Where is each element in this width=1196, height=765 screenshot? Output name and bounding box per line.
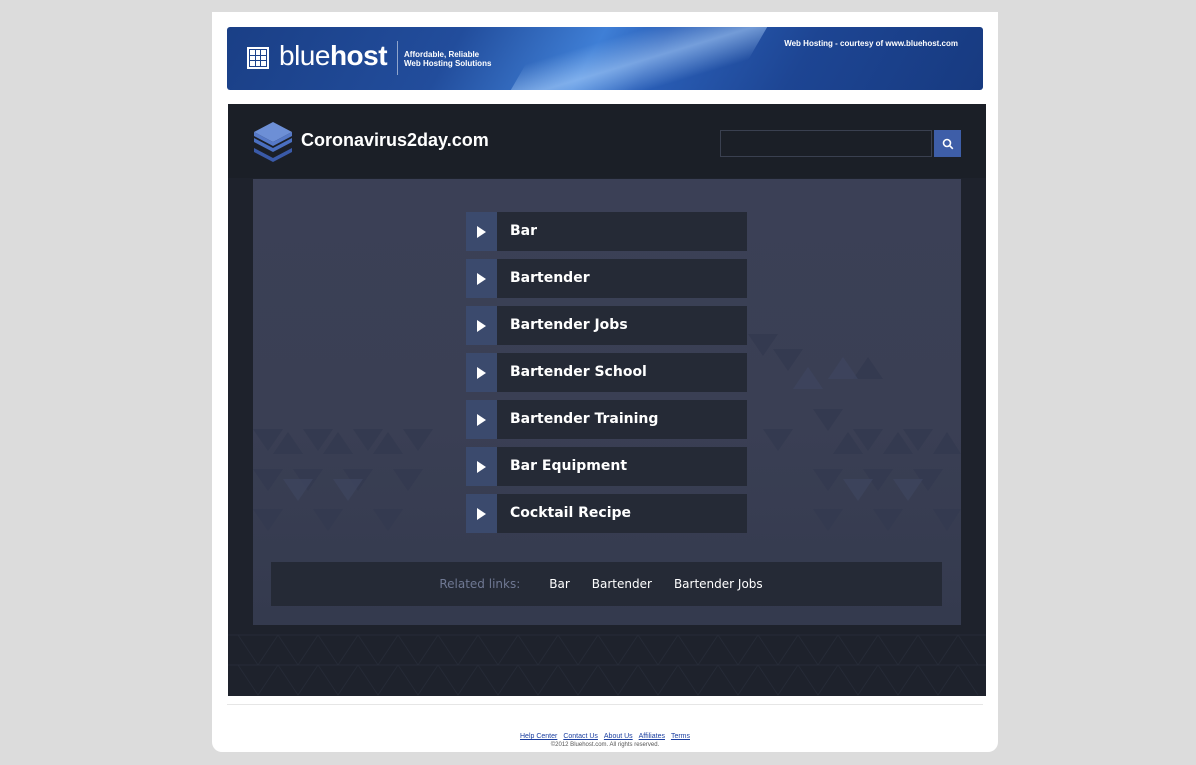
footer-link-affiliates[interactable]: Affiliates: [639, 733, 665, 740]
footer-divider: [227, 704, 983, 705]
play-arrow-icon: [466, 447, 497, 486]
play-arrow-icon: [466, 259, 497, 298]
play-arrow-icon: [466, 306, 497, 345]
logo-light-text: blue: [279, 40, 330, 71]
layers-icon: [254, 122, 292, 162]
link-label: Bar Equipment: [510, 458, 628, 474]
link-item-bar[interactable]: Bar: [466, 212, 747, 251]
footer-link-about-us[interactable]: About Us: [604, 733, 633, 740]
logo-bold-text: host: [329, 40, 388, 71]
bluehost-banner[interactable]: bluehost Affordable, Reliable Web Hostin…: [227, 27, 983, 90]
keyword-links-list: Bar Bartender Bartender Jobs Bartender S…: [466, 212, 747, 541]
tagline-line2: Web Hosting Solutions: [404, 59, 492, 68]
footer-link-terms[interactable]: Terms: [671, 733, 690, 740]
search-input[interactable]: [720, 130, 932, 157]
link-label: Cocktail Recipe: [510, 505, 632, 521]
parked-site: Coronavirus2day.com Bar Bartender Barten…: [228, 104, 986, 696]
play-arrow-icon: [466, 353, 497, 392]
links-panel: Bar Bartender Bartender Jobs Bartender S…: [253, 179, 961, 625]
site-title[interactable]: Coronavirus2day.com: [301, 130, 489, 151]
link-item-bartender[interactable]: Bartender: [466, 259, 747, 298]
link-item-bartender-jobs[interactable]: Bartender Jobs: [466, 306, 747, 345]
link-item-bar-equipment[interactable]: Bar Equipment: [466, 447, 747, 486]
play-arrow-icon: [466, 494, 497, 533]
play-arrow-icon: [466, 400, 497, 439]
related-link-bar[interactable]: Bar: [549, 577, 570, 591]
footer-link-help-center[interactable]: Help Center: [520, 733, 557, 740]
link-item-bartender-school[interactable]: Bartender School: [466, 353, 747, 392]
page-container: bluehost Affordable, Reliable Web Hostin…: [212, 12, 998, 752]
footer-copyright: ©2012 Bluehost.com. All rights reserved.: [550, 742, 660, 748]
link-label: Bartender Jobs: [510, 317, 628, 333]
link-item-bartender-training[interactable]: Bartender Training: [466, 400, 747, 439]
related-link-bartender-jobs[interactable]: Bartender Jobs: [674, 577, 763, 591]
banner-light-streak: [495, 27, 779, 90]
play-arrow-icon: [466, 212, 497, 251]
footer-links: Help Center Contact Us About Us Affiliat…: [212, 733, 998, 740]
related-link-bartender[interactable]: Bartender: [592, 577, 652, 591]
banner-courtesy-text[interactable]: Web Hosting - courtesy of www.bluehost.c…: [784, 39, 958, 48]
link-label: Bar: [510, 223, 538, 239]
link-label: Bartender Training: [510, 411, 659, 427]
banner-divider: [397, 41, 398, 75]
search-button[interactable]: [934, 130, 961, 157]
link-label: Bartender School: [510, 364, 647, 380]
bluehost-logo[interactable]: bluehost: [279, 40, 388, 72]
grid-icon: [247, 47, 269, 69]
link-label: Bartender: [510, 270, 590, 286]
related-links-bar: Related links: Bar Bartender Bartender J…: [271, 562, 942, 606]
search-icon: [942, 138, 953, 149]
site-header: Coronavirus2day.com: [228, 104, 986, 178]
link-item-cocktail-recipe[interactable]: Cocktail Recipe: [466, 494, 747, 533]
tagline-line1: Affordable, Reliable: [404, 50, 480, 59]
bottom-pattern-background: [228, 634, 986, 696]
related-links-label: Related links:: [439, 577, 521, 591]
footer-link-contact-us[interactable]: Contact Us: [563, 733, 598, 740]
banner-tagline: Affordable, Reliable Web Hosting Solutio…: [404, 50, 524, 68]
